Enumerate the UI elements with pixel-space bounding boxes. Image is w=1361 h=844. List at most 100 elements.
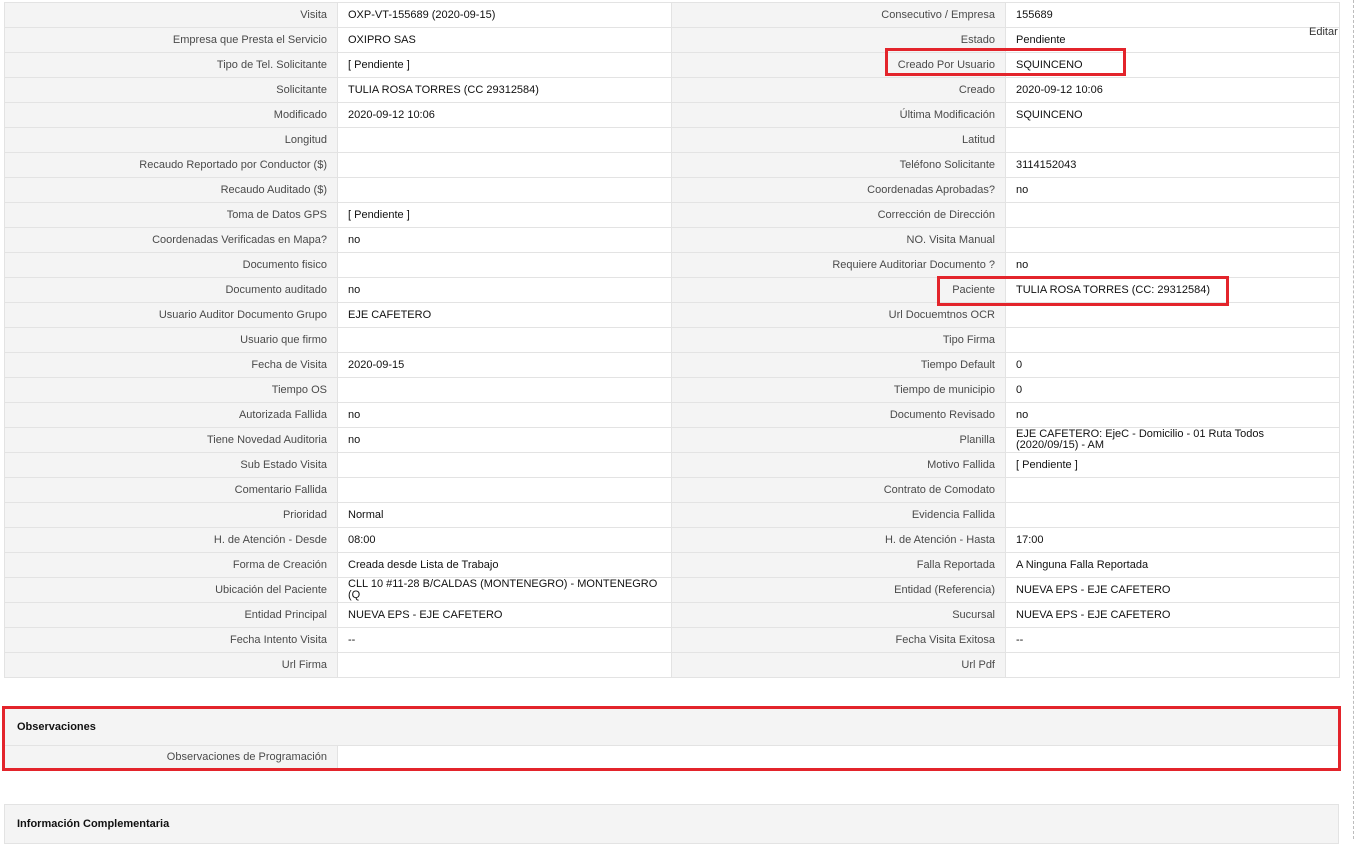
observaciones-row: Observaciones de Programación	[5, 745, 1338, 768]
field-value: [ Pendiente ]	[337, 52, 672, 78]
observaciones-section: Observaciones Observaciones de Programac…	[4, 708, 1339, 770]
field-value: no	[1005, 177, 1340, 203]
field-value: no	[337, 227, 672, 253]
field-label: Toma de Datos GPS	[4, 202, 338, 228]
field-value: 2020-09-15	[337, 352, 672, 378]
field-value	[337, 127, 672, 153]
field-value	[337, 452, 672, 478]
field-value: NUEVA EPS - EJE CAFETERO	[1005, 577, 1340, 603]
field-value: Creada desde Lista de Trabajo	[337, 552, 672, 578]
field-label: Prioridad	[4, 502, 338, 528]
field-value: OXP-VT-155689 (2020-09-15)	[337, 2, 672, 28]
detail-row: Forma de Creación Creada desde Lista de T…	[4, 552, 1340, 578]
field-value: SQUINCENO	[1005, 102, 1340, 128]
field-label: Tiene Novedad Auditoria	[4, 427, 338, 453]
field-label: Coordenadas Verificadas en Mapa?	[4, 227, 338, 253]
field-label: Tiempo Default	[671, 352, 1006, 378]
field-value: 2020-09-12 10:06	[1005, 77, 1340, 103]
field-label: Tiempo de municipio	[671, 377, 1006, 403]
field-label: Tiempo OS	[4, 377, 338, 403]
detail-row: Recaudo Reportado por Conductor ($) Teléf…	[4, 152, 1340, 178]
field-label: Falla Reportada	[671, 552, 1006, 578]
detail-row: Url Firma Url Pdf	[4, 652, 1340, 678]
field-label: Url Firma	[4, 652, 338, 678]
field-label: Sub Estado Visita	[4, 452, 338, 478]
field-value: --	[337, 627, 672, 653]
field-label: Solicitante	[4, 77, 338, 103]
detail-row: Comentario Fallida Contrato de Comodato	[4, 477, 1340, 503]
field-label: Comentario Fallida	[4, 477, 338, 503]
detail-row: Documento fisico Requiere Auditoriar Docu…	[4, 252, 1340, 278]
field-label: Entidad (Referencia)	[671, 577, 1006, 603]
observaciones-programacion-value	[338, 746, 1338, 768]
field-label: Recaudo Auditado ($)	[4, 177, 338, 203]
field-value: EJE CAFETERO: EjeC - Domicilio - 01 Ruta…	[1005, 427, 1340, 453]
field-label: H. de Atención - Hasta	[671, 527, 1006, 553]
field-value	[1005, 202, 1340, 228]
detail-row: Modificado 2020-09-12 10:06 Última Modific…	[4, 102, 1340, 128]
field-value	[1005, 502, 1340, 528]
field-label: Contrato de Comodato	[671, 477, 1006, 503]
detail-row: Autorizada Fallida no Documento Revisado …	[4, 402, 1340, 428]
field-value: Pendiente	[1005, 27, 1340, 53]
detail-row: Fecha Intento Visita -- Fecha Visita Exit…	[4, 627, 1340, 653]
field-value	[337, 652, 672, 678]
field-value: 0	[1005, 352, 1340, 378]
field-label: Latitud	[671, 127, 1006, 153]
field-value: NUEVA EPS - EJE CAFETERO	[1005, 602, 1340, 628]
field-value: A Ninguna Falla Reportada	[1005, 552, 1340, 578]
detail-row: Solicitante TULIA ROSA TORRES (CC 2931258…	[4, 77, 1340, 103]
field-label: Empresa que Presta el Servicio	[4, 27, 338, 53]
info-complementaria-title: Información Complementaria	[17, 818, 170, 830]
field-label: Longitud	[4, 127, 338, 153]
field-label: Fecha Visita Exitosa	[671, 627, 1006, 653]
field-value	[337, 177, 672, 203]
field-label: Autorizada Fallida	[4, 402, 338, 428]
field-value: TULIA ROSA TORRES (CC: 29312584)	[1005, 277, 1340, 303]
field-value	[337, 327, 672, 353]
field-label: H. de Atención - Desde	[4, 527, 338, 553]
field-label: Documento fisico	[4, 252, 338, 278]
detail-row: Tipo de Tel. Solicitante[ Pendiente ] Cre…	[4, 52, 1340, 78]
field-label: Visita	[4, 2, 338, 28]
field-label: Documento auditado	[4, 277, 338, 303]
detail-row: Fecha de Visita 2020-09-15 Tiempo Default…	[4, 352, 1340, 378]
field-label: Recaudo Reportado por Conductor ($)	[4, 152, 338, 178]
detail-row: Coordenadas Verificadas en Mapa? no NO. V…	[4, 227, 1340, 253]
field-value: 2020-09-12 10:06	[337, 102, 672, 128]
detail-row: Longitud Latitud	[4, 127, 1340, 153]
field-label: Usuario Auditor Documento Grupo	[4, 302, 338, 328]
field-label: Tipo de Tel. Solicitante	[4, 52, 338, 78]
field-label: Requiere Auditoriar Documento ?	[671, 252, 1006, 278]
edit-link[interactable]: Editar	[1309, 26, 1338, 38]
detail-row: Usuario que firmo Tipo Firma	[4, 327, 1340, 353]
field-value	[1005, 327, 1340, 353]
field-label: Estado	[671, 27, 1006, 53]
field-value	[1005, 652, 1340, 678]
field-value: no	[337, 402, 672, 428]
field-label: Url Pdf	[671, 652, 1006, 678]
detail-row: Ubicación del Paciente CLL 10 #11-28 B/CA…	[4, 577, 1340, 603]
field-label: Usuario que firmo	[4, 327, 338, 353]
field-label: Forma de Creación	[4, 552, 338, 578]
field-label: Consecutivo / Empresa	[671, 2, 1006, 28]
field-value: [ Pendiente ]	[337, 202, 672, 228]
detail-row: Tiene Novedad Auditoria no Planilla EJE CA…	[4, 427, 1340, 453]
field-label: Motivo Fallida	[671, 452, 1006, 478]
field-label: Última Modificación	[671, 102, 1006, 128]
field-value: [ Pendiente ]	[1005, 452, 1340, 478]
page-scroll-guide	[1353, 0, 1354, 839]
field-label: Tipo Firma	[671, 327, 1006, 353]
field-value	[1005, 477, 1340, 503]
field-value: no	[1005, 252, 1340, 278]
field-label: Fecha Intento Visita	[4, 627, 338, 653]
detail-row: Visita OXP-VT-155689 (2020-09-15) Consecut…	[4, 2, 1340, 28]
field-value: 0	[1005, 377, 1340, 403]
field-label: Url Docuemtnos OCR	[671, 302, 1006, 328]
detail-row: Tiempo OS Tiempo de municipio 0	[4, 377, 1340, 403]
field-value: 08:00	[337, 527, 672, 553]
field-label: Coordenadas Aprobadas?	[671, 177, 1006, 203]
field-value: --	[1005, 627, 1340, 653]
field-label: Corrección de Dirección	[671, 202, 1006, 228]
visit-detail-body: Visita OXP-VT-155689 (2020-09-15) Consecut…	[4, 2, 1340, 678]
